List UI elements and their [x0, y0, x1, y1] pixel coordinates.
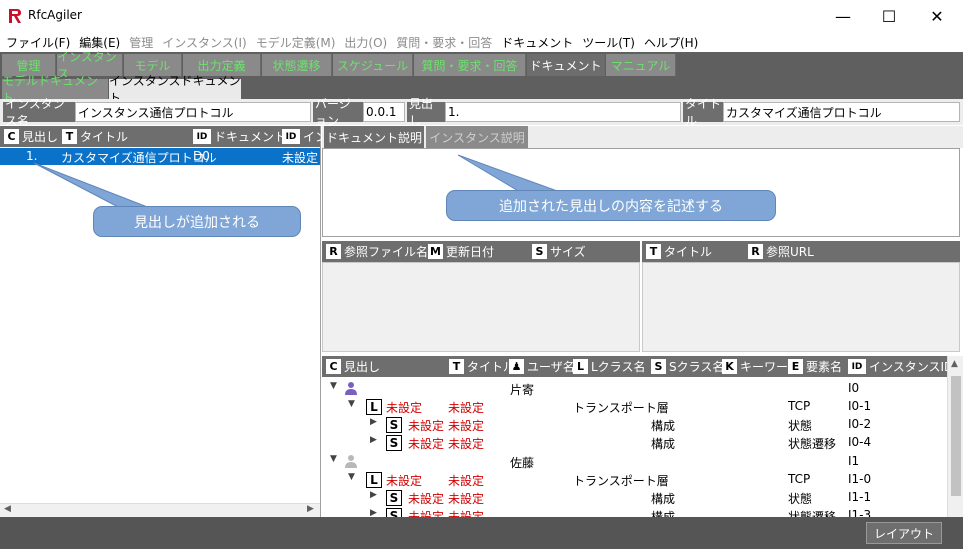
right-callout: 追加された見出しの内容を記述する — [446, 190, 776, 221]
status-bar: レイアウト — [0, 517, 963, 549]
right-callout-pointer — [457, 154, 561, 193]
layout-button[interactable]: レイアウト — [866, 522, 942, 544]
left-callout: 見出しが追加される — [93, 206, 301, 237]
left-callout-pointer — [33, 162, 151, 209]
callout-pointers — [33, 154, 561, 209]
